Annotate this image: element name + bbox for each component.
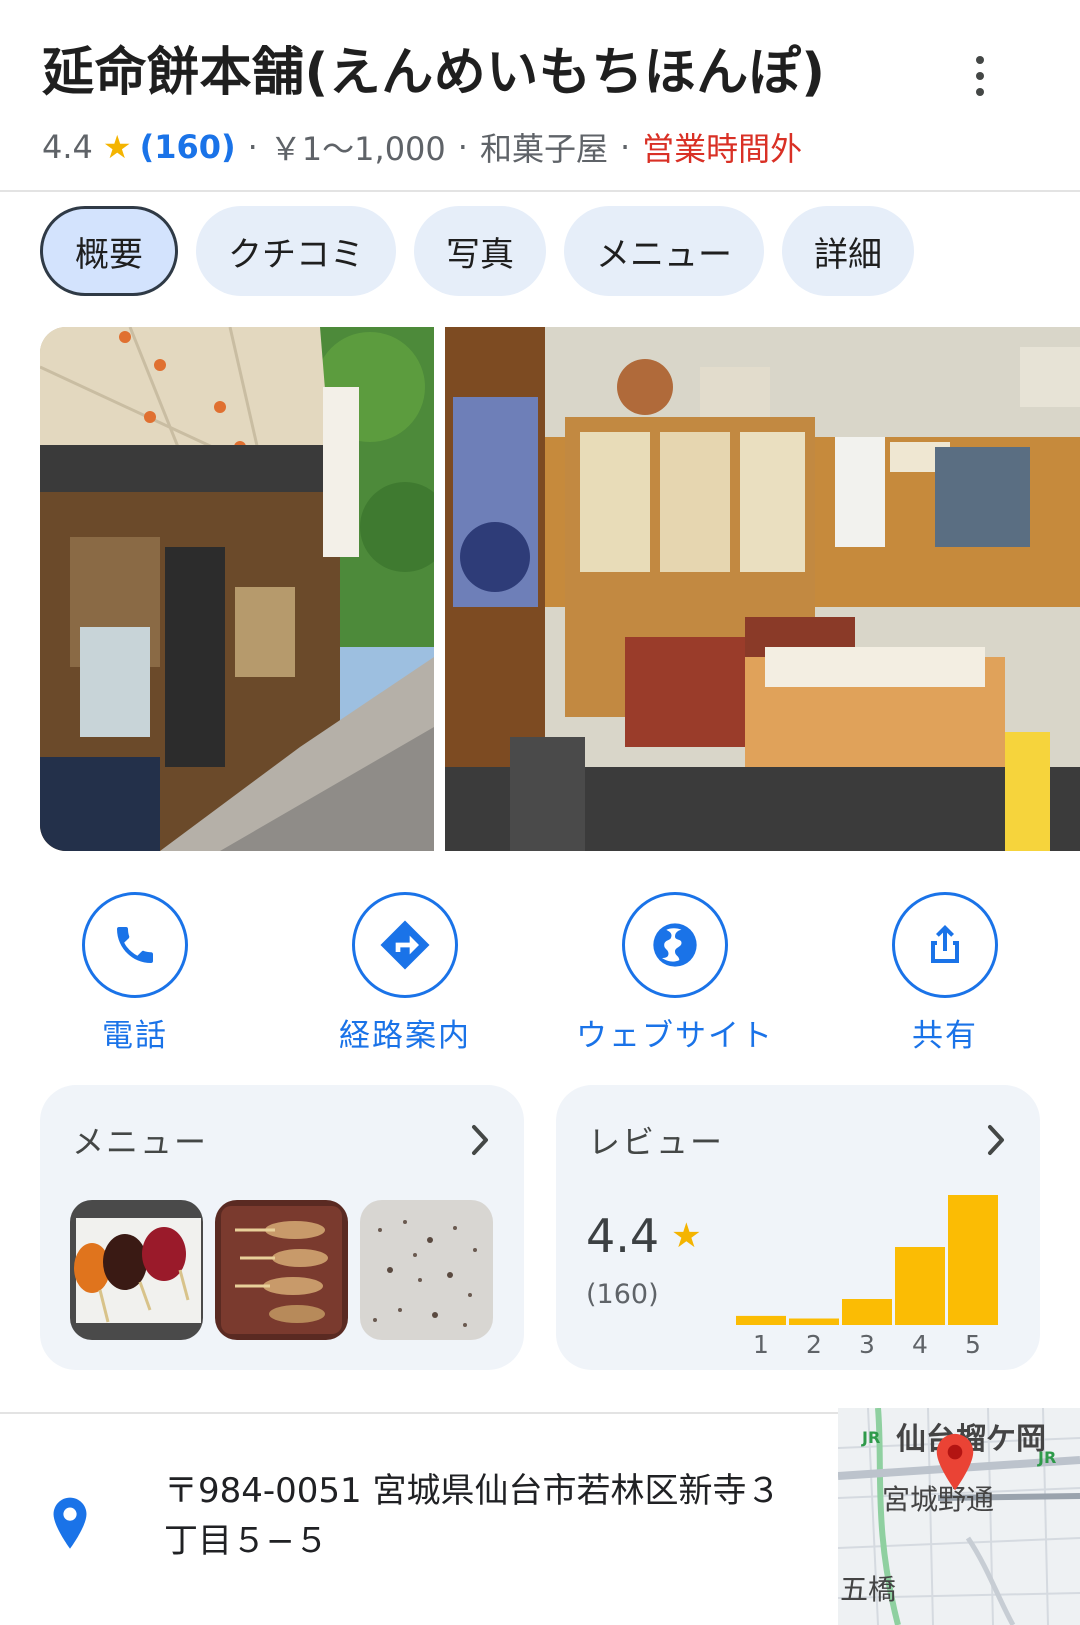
menu-photo-mochi-tray[interactable] bbox=[215, 1200, 348, 1340]
address-line-1: 〒984-0051 宮城県仙台市若林区新寺３ bbox=[164, 1471, 781, 1511]
category: 和菓子屋 bbox=[479, 130, 608, 168]
share-label: 共有 bbox=[912, 1018, 978, 1054]
address-line-2: 丁目５−５ bbox=[164, 1521, 329, 1561]
shop-interior-photo[interactable] bbox=[445, 327, 1080, 851]
storefront-photo[interactable] bbox=[40, 327, 434, 851]
header-divider bbox=[0, 190, 1080, 192]
rating-histogram: 1 2 3 4 5 bbox=[736, 1195, 998, 1359]
share-button[interactable]: 共有 bbox=[825, 892, 1065, 1055]
review-rating-value: 4.4 bbox=[586, 1209, 660, 1263]
review-card-title: レビュー bbox=[588, 1123, 725, 1161]
map-marker-icon bbox=[936, 1433, 974, 1491]
map-label-district: 五橋 bbox=[840, 1573, 897, 1606]
place-summary: 4.4 ★ (160) · ￥1～1,000 · 和菓子屋 · 営業時間外 bbox=[42, 124, 802, 170]
map-thumbnail[interactable]: 仙台榴ケ岡 宮城野通 五橋 JR JR bbox=[838, 1408, 1080, 1625]
phone-icon bbox=[117, 927, 153, 963]
histogram-label-1: 1 bbox=[753, 1330, 769, 1359]
location-pin-icon bbox=[53, 1497, 87, 1549]
share-icon bbox=[931, 925, 959, 963]
tab-menu[interactable]: メニュー bbox=[564, 206, 764, 296]
histogram-bar-4 bbox=[895, 1247, 945, 1325]
jr-station-icon: JR bbox=[862, 1428, 881, 1447]
call-label: 電話 bbox=[102, 1018, 168, 1054]
histogram-bar-5 bbox=[948, 1195, 998, 1325]
histogram-label-5: 5 bbox=[965, 1330, 981, 1359]
directions-label: 経路案内 bbox=[339, 1018, 471, 1054]
star-icon: ★ bbox=[102, 128, 132, 166]
separator: · bbox=[247, 128, 258, 166]
open-status: 営業時間外 bbox=[642, 130, 803, 168]
separator: · bbox=[457, 128, 468, 166]
action-row: 電話 経路案内 ウェブサイト 共有 bbox=[0, 892, 1080, 1055]
jr-station-icon: JR bbox=[1038, 1448, 1057, 1467]
menu-card-title: メニュー bbox=[72, 1123, 209, 1161]
menu-card[interactable]: メニュー bbox=[40, 1085, 524, 1370]
place-header: 延命餅本舗(えんめいもちほんぽ) 4.4 ★ (160) · ￥1～1,000 … bbox=[0, 0, 1080, 192]
directions-icon bbox=[380, 920, 430, 970]
website-button[interactable]: ウェブサイト bbox=[555, 892, 795, 1055]
tab-photos[interactable]: 写真 bbox=[414, 206, 546, 296]
more-options-icon[interactable] bbox=[968, 56, 992, 96]
histogram-label-4: 4 bbox=[912, 1330, 928, 1359]
place-title: 延命餅本舗(えんめいもちほんぽ) bbox=[42, 43, 826, 103]
menu-photo-dango[interactable] bbox=[70, 1200, 203, 1340]
separator: · bbox=[619, 128, 631, 166]
rating-value: 4.4 bbox=[42, 128, 93, 166]
review-rating: 4.4 ★ bbox=[586, 1209, 702, 1263]
tab-details[interactable]: 詳細 bbox=[782, 206, 914, 296]
tab-reviews[interactable]: クチコミ bbox=[196, 206, 396, 296]
directions-button[interactable]: 経路案内 bbox=[285, 892, 525, 1055]
tab-bar: 概要 クチコミ 写真 メニュー 詳細 bbox=[40, 206, 914, 296]
price-range: ￥1～1,000 bbox=[269, 130, 446, 168]
menu-photo-sesame-mochi[interactable] bbox=[360, 1200, 493, 1340]
call-button[interactable]: 電話 bbox=[15, 892, 255, 1055]
review-count: (160) bbox=[586, 1279, 659, 1310]
histogram-bar-3 bbox=[842, 1299, 892, 1325]
address-row[interactable]: 〒984-0051 宮城県仙台市若林区新寺３ 丁目５−５ bbox=[0, 1414, 838, 1625]
review-card[interactable]: レビュー 4.4 ★ (160) 1 2 3 4 5 bbox=[556, 1085, 1040, 1370]
histogram-label-3: 3 bbox=[859, 1330, 875, 1359]
address-text: 〒984-0051 宮城県仙台市若林区新寺３ 丁目５−５ bbox=[164, 1466, 804, 1566]
chevron-right-icon[interactable] bbox=[468, 1123, 492, 1157]
histogram-bar-1 bbox=[736, 1315, 786, 1325]
histogram-label-2: 2 bbox=[806, 1330, 822, 1359]
histogram-bar-2 bbox=[789, 1318, 839, 1325]
globe-icon bbox=[653, 923, 697, 967]
star-icon: ★ bbox=[671, 1216, 702, 1256]
tab-overview[interactable]: 概要 bbox=[40, 206, 178, 296]
review-count-link[interactable]: (160) bbox=[140, 128, 236, 166]
website-label: ウェブサイト bbox=[576, 1018, 774, 1054]
